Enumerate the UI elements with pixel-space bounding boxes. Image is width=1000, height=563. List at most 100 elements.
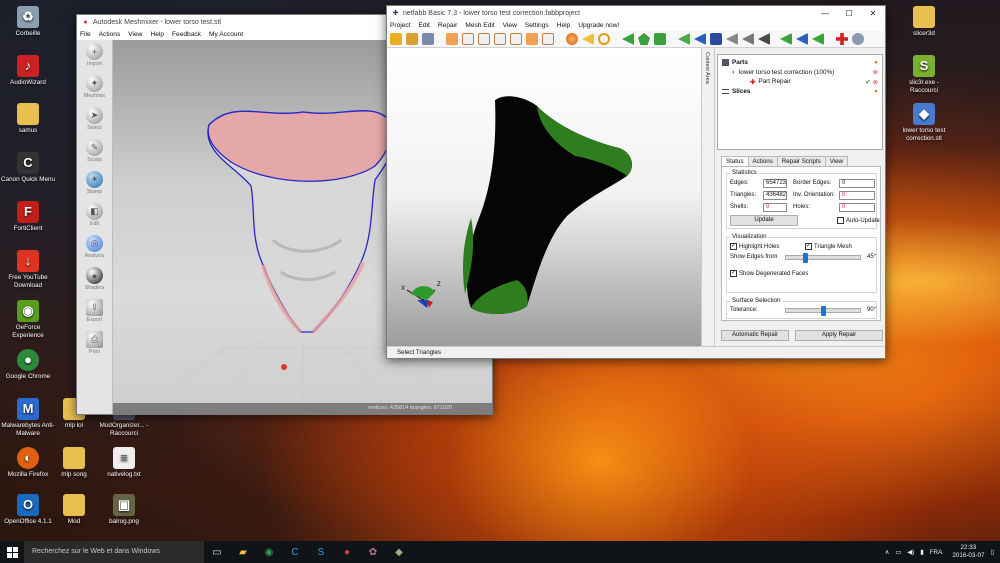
maximize-icon[interactable]: ☐ bbox=[837, 6, 861, 20]
view-left-icon[interactable] bbox=[478, 33, 490, 45]
search-box[interactable]: Recherchez sur le Web et dans Windows bbox=[24, 541, 204, 563]
volume-icon[interactable]: ◀) bbox=[907, 549, 914, 556]
view-front-icon[interactable] bbox=[446, 33, 458, 45]
desktop-icon[interactable]: slicer3d bbox=[896, 6, 952, 38]
cortana-c-icon[interactable]: C bbox=[282, 541, 308, 563]
menu-upgrade[interactable]: Upgrade now! bbox=[578, 22, 619, 29]
desktop-icon[interactable]: mlp song bbox=[46, 447, 102, 479]
part-visibility-icon[interactable]: ◐ bbox=[732, 69, 736, 76]
task-view-icon[interactable]: ▭ bbox=[204, 541, 230, 563]
meshmixer-taskbar-icon[interactable]: ● bbox=[334, 541, 360, 563]
menu-my-account[interactable]: My Account bbox=[209, 31, 243, 38]
select-edges-icon[interactable] bbox=[678, 33, 690, 45]
desktop-icon[interactable]: ◉ GeForce Experience bbox=[0, 300, 56, 339]
menu-file[interactable]: File bbox=[80, 31, 91, 38]
menu-repair[interactable]: Repair bbox=[438, 22, 457, 29]
start-button[interactable] bbox=[0, 541, 24, 563]
slider-thumb[interactable] bbox=[821, 306, 826, 316]
desktop-icon[interactable]: ● Google Chrome bbox=[0, 349, 56, 381]
clock[interactable]: 22:33 2016-03-07 bbox=[952, 544, 984, 560]
green-arrow-icon[interactable] bbox=[780, 33, 792, 45]
arrow-left-icon[interactable] bbox=[582, 33, 594, 45]
menu-mesh-edit[interactable]: Mesh Edit bbox=[465, 22, 494, 29]
save-icon[interactable] bbox=[422, 33, 434, 45]
view-right-icon[interactable] bbox=[494, 33, 506, 45]
desktop-icon[interactable]: ♪ AudioWizard bbox=[0, 55, 56, 87]
view-back-icon[interactable] bbox=[462, 33, 474, 45]
remove-repair-icon[interactable]: ⊗ bbox=[873, 78, 878, 86]
desktop-icon[interactable]: samus bbox=[0, 103, 56, 135]
add-part-icon[interactable]: ● bbox=[874, 59, 878, 66]
netfabb-window[interactable]: ✚ netfabb Basic 7.3 - lower torso test c… bbox=[386, 5, 886, 359]
menu-settings[interactable]: Settings bbox=[525, 22, 549, 29]
add-part-icon[interactable] bbox=[406, 33, 418, 45]
tool-sculpt[interactable]: ✎ Sculpt bbox=[77, 136, 112, 168]
network-icon[interactable]: ▭ bbox=[895, 549, 901, 556]
menu-project[interactable]: Project bbox=[390, 22, 411, 29]
tool-analysis[interactable]: ◎ Analysis bbox=[77, 232, 112, 264]
tree-item-repair[interactable]: ✚ Part Repair ✔ ⊗ bbox=[722, 77, 878, 87]
apply-repair-button[interactable]: Apply Repair bbox=[795, 330, 883, 341]
desktop-icon[interactable]: C Canon Quick Menu bbox=[0, 152, 56, 184]
edges-angle-slider[interactable] bbox=[785, 253, 861, 263]
open-project-icon[interactable] bbox=[390, 33, 402, 45]
select-surface-icon[interactable] bbox=[654, 33, 666, 45]
select-shell-icon[interactable] bbox=[638, 33, 650, 45]
tool-edit[interactable]: ◧ Edit bbox=[77, 200, 112, 232]
file-explorer-icon[interactable]: ▰ bbox=[230, 541, 256, 563]
sphere-icon[interactable] bbox=[566, 33, 578, 45]
delete-triangles-icon[interactable] bbox=[726, 33, 738, 45]
blue-arrow-icon[interactable] bbox=[796, 33, 808, 45]
select-triangles-icon[interactable] bbox=[622, 33, 634, 45]
tree-item-parts[interactable]: Parts ● bbox=[722, 58, 878, 68]
deselect-icon[interactable] bbox=[694, 33, 706, 45]
desktop-icon[interactable]: ↓ Free YouTube Download bbox=[0, 250, 56, 289]
tolerance-slider[interactable] bbox=[785, 306, 861, 316]
desktop-icon[interactable]: ◆ lower torso test correction.stl bbox=[896, 103, 952, 142]
tool-print[interactable]: ⎙ Print bbox=[77, 328, 112, 360]
update-button[interactable]: Update bbox=[730, 215, 798, 226]
notifications-icon[interactable]: ▯ bbox=[991, 549, 994, 556]
add-repair-icon[interactable] bbox=[836, 33, 848, 45]
tab-actions[interactable]: Actions bbox=[747, 156, 778, 166]
tab-status[interactable]: Status bbox=[721, 156, 749, 166]
view-bottom-icon[interactable] bbox=[526, 33, 538, 45]
netfabb-taskbar-icon[interactable]: ✿ bbox=[360, 541, 386, 563]
menu-edit[interactable]: Edit bbox=[419, 22, 430, 29]
view-iso-icon[interactable] bbox=[542, 33, 554, 45]
invert-icon[interactable] bbox=[742, 33, 754, 45]
desktop-icon[interactable]: Sslic3r.exe - Raccourci bbox=[896, 55, 952, 94]
netfabb-viewport[interactable]: X Z bbox=[387, 48, 701, 346]
slider-thumb[interactable] bbox=[802, 253, 808, 263]
tool-import[interactable]: + Import bbox=[77, 40, 112, 72]
green-arrow-2-icon[interactable] bbox=[812, 33, 824, 45]
desktop-icon[interactable]: ♻ Corbeille bbox=[0, 6, 56, 38]
chrome-taskbar-icon[interactable]: ◉ bbox=[256, 541, 282, 563]
context-area-tab[interactable]: Context Area bbox=[701, 48, 715, 346]
fill-hole-icon[interactable] bbox=[758, 33, 770, 45]
tree-item-slices[interactable]: Slices ● bbox=[722, 87, 878, 97]
zoom-icon[interactable] bbox=[598, 33, 610, 45]
desktop-icon[interactable]: F FortiClient bbox=[0, 201, 56, 233]
automatic-repair-button[interactable]: Automatic Repair bbox=[721, 330, 789, 341]
part-options-icon[interactable]: ⊗ bbox=[873, 68, 878, 76]
tab-repair-scripts[interactable]: Repair Scripts bbox=[776, 156, 826, 166]
chevron-up-icon[interactable]: ∧ bbox=[885, 549, 890, 556]
slic3r-taskbar-icon[interactable]: ◆ bbox=[386, 541, 412, 563]
menu-help[interactable]: Help bbox=[557, 22, 571, 29]
tool-select[interactable]: ➤ Select bbox=[77, 104, 112, 136]
tool-meshmix[interactable]: ✦ Meshmix bbox=[77, 72, 112, 104]
skype-icon[interactable]: S bbox=[308, 541, 334, 563]
menu-help[interactable]: Help bbox=[150, 31, 164, 38]
menu-view[interactable]: View bbox=[128, 31, 142, 38]
mesh-tools-icon[interactable] bbox=[710, 33, 722, 45]
tool-export[interactable]: ⇪ Export bbox=[77, 296, 112, 328]
show-degenerated-checkbox[interactable]: ✓ Show Degenerated Faces bbox=[730, 270, 808, 277]
desktop-icon[interactable]: Mod bbox=[46, 494, 102, 526]
tab-view[interactable]: View bbox=[824, 156, 849, 166]
desktop-icon[interactable]: ▣ balrog.png bbox=[96, 494, 152, 526]
menu-actions[interactable]: Actions bbox=[99, 31, 121, 38]
settings-gear-icon[interactable] bbox=[852, 33, 864, 45]
battery-icon[interactable]: ▮ bbox=[920, 549, 923, 556]
highlight-holes-checkbox[interactable]: ✓ Highlight Holes bbox=[730, 243, 779, 250]
